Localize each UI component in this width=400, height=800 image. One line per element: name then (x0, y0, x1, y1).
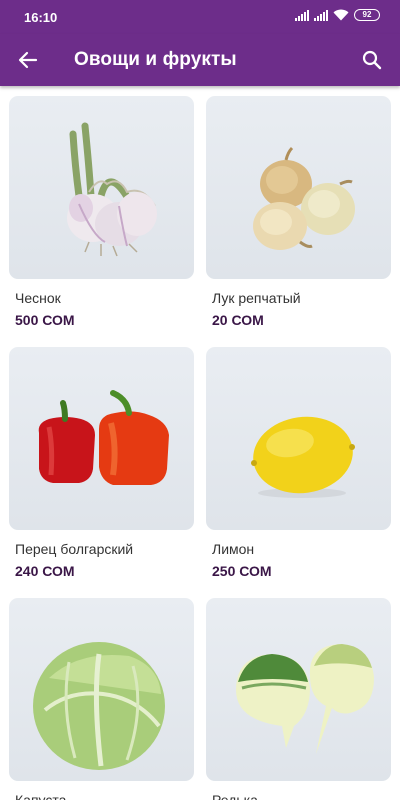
search-button[interactable] (354, 42, 390, 78)
product-name: Капуста (15, 792, 67, 800)
status-icons: 92 (295, 9, 380, 21)
arrow-left-icon (18, 51, 38, 69)
signal-icon (295, 9, 309, 21)
product-card[interactable]: Редька (206, 598, 391, 800)
status-time: 16:10 (24, 10, 58, 25)
product-image-garlic (9, 96, 194, 279)
product-name: Лимон (212, 541, 255, 557)
product-image-radish (206, 598, 391, 781)
product-card[interactable]: Лимон 250 СОМ (206, 347, 391, 579)
product-image-bell-pepper (9, 347, 194, 530)
product-card[interactable]: Капуста (9, 598, 194, 800)
product-card[interactable]: Чеснок 500 СОМ (9, 96, 194, 328)
product-name: Редька (212, 792, 258, 800)
battery-icon: 92 (354, 9, 380, 21)
product-image-onion (206, 96, 391, 279)
product-grid: Чеснок 500 СОМ Лук репчатый 20 СОМ Перец… (0, 86, 400, 800)
status-bar: 16:10 92 (0, 0, 400, 34)
back-button[interactable] (10, 42, 46, 78)
product-price: 250 СОМ (212, 563, 272, 579)
product-price: 20 СОМ (212, 312, 264, 328)
product-card[interactable]: Перец болгарский 240 СОМ (9, 347, 194, 579)
product-image-cabbage (9, 598, 194, 781)
search-icon (362, 50, 382, 70)
signal-icon (314, 9, 328, 21)
product-card[interactable]: Лук репчатый 20 СОМ (206, 96, 391, 328)
product-name: Чеснок (15, 290, 61, 306)
wifi-icon (333, 9, 349, 21)
product-price: 500 СОМ (15, 312, 75, 328)
page-title: Овощи и фрукты (74, 49, 237, 70)
product-image-lemon (206, 347, 391, 530)
product-price: 240 СОМ (15, 563, 75, 579)
product-name: Лук репчатый (212, 290, 301, 306)
app-bar: Овощи и фрукты (0, 34, 400, 86)
product-name: Перец болгарский (15, 541, 134, 557)
